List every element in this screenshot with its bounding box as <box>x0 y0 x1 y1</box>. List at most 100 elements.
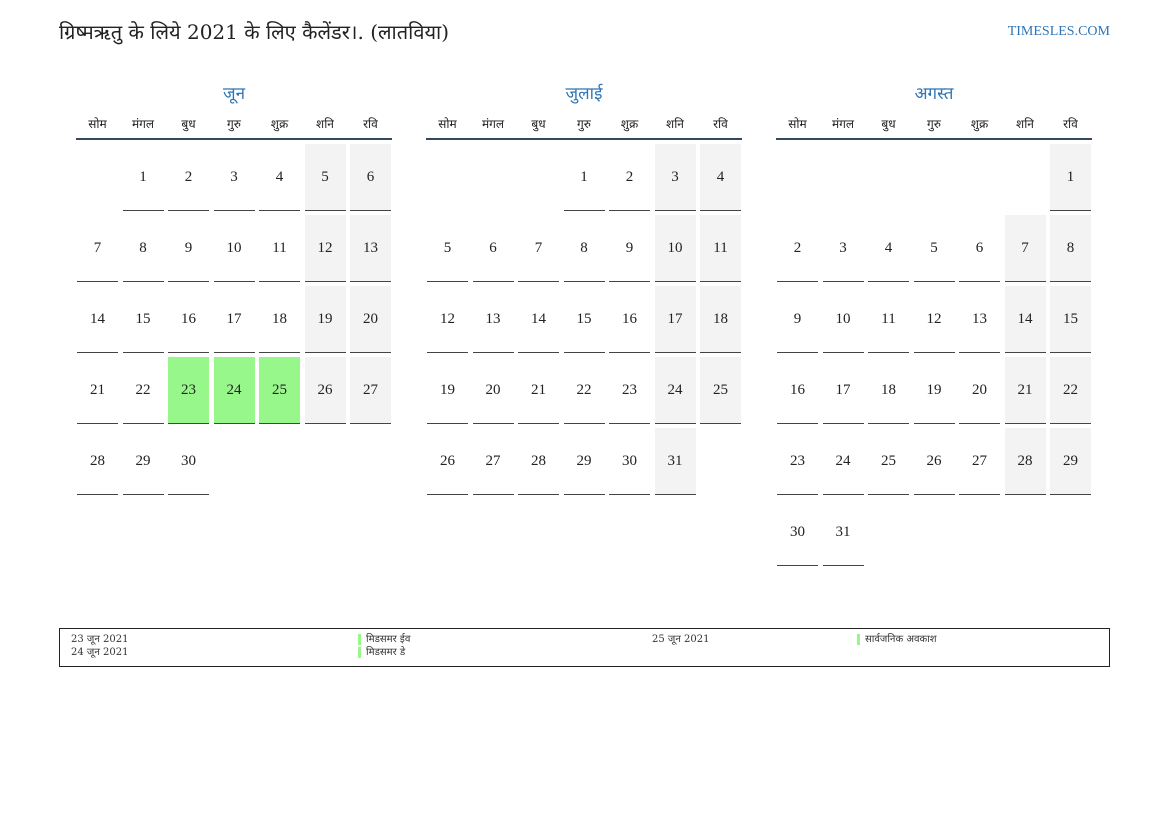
day-cell[interactable]: 9 <box>168 215 209 282</box>
day-cell[interactable]: 13 <box>959 286 1000 353</box>
day-cell[interactable]: 3 <box>822 215 864 282</box>
day-cell[interactable]: 8 <box>563 215 605 282</box>
day-cell[interactable]: 11 <box>259 215 300 282</box>
day-cell[interactable]: 22 <box>122 357 164 424</box>
day-cell[interactable]: 27 <box>959 428 1000 495</box>
day-cell[interactable]: 18 <box>868 357 909 424</box>
day-cell[interactable]: 5 <box>913 215 955 282</box>
day-cell[interactable]: 14 <box>77 286 118 353</box>
day-cell[interactable]: 26 <box>304 357 346 424</box>
day-cell[interactable]: 16 <box>168 286 209 353</box>
holiday-day-cell[interactable]: 23 <box>168 357 209 424</box>
day-cell[interactable]: 21 <box>518 357 559 424</box>
empty-day-cell <box>1005 144 1046 211</box>
day-cell[interactable]: 21 <box>1004 357 1046 424</box>
day-cell[interactable]: 29 <box>563 428 605 495</box>
day-cell[interactable]: 27 <box>472 428 514 495</box>
day-cell[interactable]: 11 <box>868 286 909 353</box>
day-cell[interactable]: 19 <box>913 357 955 424</box>
day-cell[interactable]: 20 <box>350 286 391 353</box>
day-cell[interactable]: 19 <box>304 286 346 353</box>
day-cell[interactable]: 9 <box>609 215 650 282</box>
day-cell[interactable]: 7 <box>518 215 559 282</box>
day-cell[interactable]: 14 <box>1004 286 1046 353</box>
day-cell[interactable]: 8 <box>1050 215 1091 282</box>
day-cell[interactable]: 25 <box>868 428 909 495</box>
day-cell[interactable]: 6 <box>959 215 1000 282</box>
holiday-day-cell[interactable]: 25 <box>259 357 300 424</box>
day-cell[interactable]: 4 <box>868 215 909 282</box>
weekday-label: सोम <box>438 116 457 131</box>
day-cell[interactable]: 6 <box>350 144 391 211</box>
day-cell[interactable]: 16 <box>777 357 818 424</box>
day-cell[interactable]: 16 <box>609 286 650 353</box>
day-cell[interactable]: 2 <box>777 215 818 282</box>
day-cell[interactable]: 14 <box>518 286 559 353</box>
day-cell[interactable]: 1 <box>563 144 605 211</box>
day-cell[interactable]: 1 <box>122 144 164 211</box>
day-cell[interactable]: 18 <box>700 286 741 353</box>
day-cell[interactable]: 1 <box>1050 144 1091 211</box>
day-cell[interactable]: 10 <box>654 215 696 282</box>
day-cell[interactable]: 29 <box>122 428 164 495</box>
day-cell[interactable]: 8 <box>122 215 164 282</box>
day-cell[interactable]: 2 <box>168 144 209 211</box>
day-cell[interactable]: 7 <box>1004 215 1046 282</box>
day-cell[interactable]: 15 <box>563 286 605 353</box>
day-cell[interactable]: 3 <box>654 144 696 211</box>
day-cell[interactable]: 5 <box>427 215 468 282</box>
day-cell[interactable]: 24 <box>654 357 696 424</box>
day-cell[interactable]: 15 <box>1050 286 1091 353</box>
holiday-day-cell[interactable]: 24 <box>213 357 255 424</box>
day-cell[interactable]: 23 <box>609 357 650 424</box>
day-cell[interactable]: 31 <box>654 428 696 495</box>
day-cell[interactable]: 19 <box>427 357 468 424</box>
day-cell[interactable]: 13 <box>350 215 391 282</box>
legend-label-text: सार्वजनिक अवकाश <box>865 634 937 645</box>
day-cell[interactable]: 30 <box>777 499 818 566</box>
day-cell[interactable]: 30 <box>168 428 209 495</box>
day-cell[interactable]: 4 <box>700 144 741 211</box>
day-cell[interactable]: 26 <box>913 428 955 495</box>
day-cell[interactable]: 28 <box>518 428 559 495</box>
day-cell[interactable]: 2 <box>609 144 650 211</box>
day-cell[interactable]: 22 <box>563 357 605 424</box>
day-cell[interactable]: 28 <box>1004 428 1046 495</box>
day-cell[interactable]: 12 <box>913 286 955 353</box>
day-cell[interactable]: 17 <box>822 357 864 424</box>
day-cell[interactable]: 6 <box>472 215 514 282</box>
empty-day-cell <box>473 144 514 211</box>
day-cell[interactable]: 11 <box>700 215 741 282</box>
day-cell[interactable]: 3 <box>213 144 255 211</box>
day-cell[interactable]: 29 <box>1050 428 1091 495</box>
day-cell[interactable]: 30 <box>609 428 650 495</box>
day-cell[interactable]: 15 <box>122 286 164 353</box>
day-cell[interactable]: 24 <box>822 428 864 495</box>
day-cell[interactable]: 21 <box>77 357 118 424</box>
empty-day-cell <box>77 144 118 211</box>
day-cell[interactable]: 20 <box>472 357 514 424</box>
day-cell[interactable]: 22 <box>1050 357 1091 424</box>
day-cell[interactable]: 12 <box>304 215 346 282</box>
day-cell[interactable]: 12 <box>427 286 468 353</box>
day-cell[interactable]: 9 <box>777 286 818 353</box>
day-cell[interactable]: 13 <box>472 286 514 353</box>
day-cell[interactable]: 17 <box>213 286 255 353</box>
day-cell[interactable]: 25 <box>700 357 741 424</box>
day-cell[interactable]: 17 <box>654 286 696 353</box>
weekday-label: शुक्र <box>970 116 989 131</box>
day-cell[interactable]: 7 <box>77 215 118 282</box>
day-cell[interactable]: 18 <box>259 286 300 353</box>
month-calendar: अगस्त सोम मंगल बुध गुरु शुक्र शनि रवि 1 2 3 4 5 6 7 8 9 1… <box>776 82 1092 566</box>
day-cell[interactable]: 27 <box>350 357 391 424</box>
day-cell[interactable]: 20 <box>959 357 1000 424</box>
day-cell[interactable]: 5 <box>304 144 346 211</box>
site-link[interactable]: TIMESLES.COM <box>1008 24 1110 40</box>
day-cell[interactable]: 28 <box>77 428 118 495</box>
day-cell[interactable]: 10 <box>822 286 864 353</box>
day-cell[interactable]: 31 <box>822 499 864 566</box>
day-cell[interactable]: 4 <box>259 144 300 211</box>
day-cell[interactable]: 26 <box>427 428 468 495</box>
day-cell[interactable]: 10 <box>213 215 255 282</box>
day-cell[interactable]: 23 <box>777 428 818 495</box>
